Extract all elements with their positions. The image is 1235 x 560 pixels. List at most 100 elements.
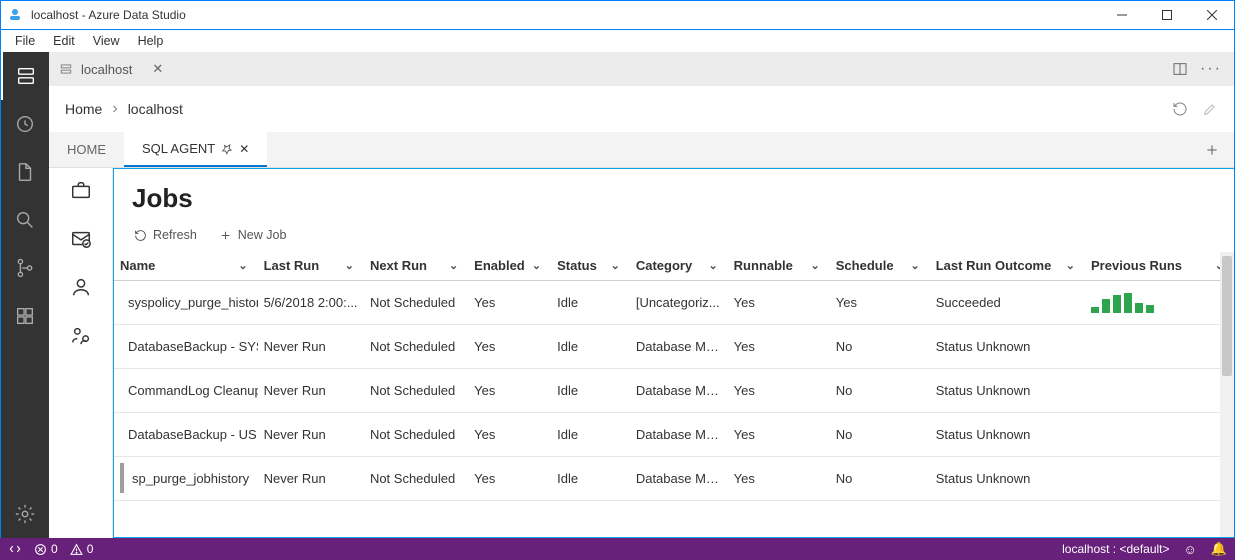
table-row[interactable]: sp_purge_jobhistoryNever RunNot Schedule… <box>114 456 1234 500</box>
nav-proxies-icon[interactable] <box>70 324 92 346</box>
chevron-right-icon: › <box>112 100 117 118</box>
col-nextrun[interactable]: Next Run⌄ <box>364 252 468 280</box>
col-name[interactable]: Name⌄ <box>114 252 258 280</box>
tab-close-icon[interactable]: ✕ <box>239 142 249 156</box>
chevron-down-icon: ⌄ <box>449 259 458 272</box>
nav-jobs-icon[interactable] <box>70 180 92 202</box>
status-connection[interactable]: localhost : <default> <box>1062 542 1169 556</box>
cell-previous <box>1085 324 1234 368</box>
menu-view[interactable]: View <box>85 34 128 48</box>
edit-icon[interactable] <box>1202 101 1218 117</box>
col-outcome[interactable]: Last Run Outcome⌄ <box>930 252 1085 280</box>
menu-file[interactable]: File <box>7 34 43 48</box>
activity-source-control-icon[interactable] <box>1 244 49 292</box>
app-icon <box>1 7 29 23</box>
status-warnings[interactable]: 0 <box>70 542 94 556</box>
cell-outcome: Status Unknown <box>930 368 1085 412</box>
activity-search-icon[interactable] <box>1 196 49 244</box>
close-icon[interactable]: ✕ <box>152 61 163 77</box>
menu-help[interactable]: Help <box>130 34 172 48</box>
breadcrumb-current: localhost <box>128 101 183 117</box>
col-schedule[interactable]: Schedule⌄ <box>830 252 930 280</box>
sparkline <box>1091 291 1228 313</box>
editor-tab-localhost[interactable]: localhost ✕ <box>49 52 173 86</box>
cell-nextrun: Not Scheduled <box>364 324 468 368</box>
editor-tabs: localhost ✕ ··· <box>49 52 1234 86</box>
activity-servers-icon[interactable] <box>1 52 49 100</box>
new-job-label: New Job <box>238 228 287 242</box>
tab-home[interactable]: HOME <box>49 132 124 167</box>
refresh-label: Refresh <box>153 228 197 242</box>
jobs-grid: Name⌄ Last Run⌄ Next Run⌄ Enabled⌄ Statu… <box>114 252 1234 537</box>
cell-name: CommandLog Cleanup <box>128 383 258 398</box>
status-bar: 0 0 localhost : <default> ☺ 🔔 <box>0 538 1235 560</box>
maximize-button[interactable] <box>1144 1 1189 29</box>
breadcrumb-home[interactable]: Home <box>65 101 102 117</box>
cell-schedule: Yes <box>830 280 930 324</box>
new-job-button[interactable]: New Job <box>219 228 287 242</box>
server-icon <box>59 62 73 76</box>
cell-outcome: Succeeded <box>930 280 1085 324</box>
cell-schedule: No <box>830 368 930 412</box>
cell-outcome: Status Unknown <box>930 456 1085 500</box>
cell-outcome: Status Unknown <box>930 324 1085 368</box>
scrollbar-thumb[interactable] <box>1222 256 1232 376</box>
cell-category: Database Mai... <box>630 368 728 412</box>
cell-previous <box>1085 368 1234 412</box>
refresh-button[interactable]: Refresh <box>134 228 197 242</box>
page-title: Jobs <box>114 169 1234 224</box>
activity-explorer-icon[interactable] <box>1 148 49 196</box>
cell-nextrun: Not Scheduled <box>364 412 468 456</box>
more-icon[interactable]: ··· <box>1200 60 1222 78</box>
minimize-button[interactable] <box>1099 1 1144 29</box>
status-color-bar <box>120 463 124 493</box>
cell-enabled: Yes <box>468 368 551 412</box>
menubar: File Edit View Help <box>0 30 1235 52</box>
activity-settings-icon[interactable] <box>1 490 49 538</box>
col-previous[interactable]: Previous Runs⌄ <box>1085 252 1234 280</box>
cell-name: DatabaseBackup - SYS <box>128 339 258 354</box>
cell-status: Idle <box>551 368 630 412</box>
status-errors[interactable]: 0 <box>34 542 58 556</box>
cell-lastrun: Never Run <box>258 368 364 412</box>
activity-extensions-icon[interactable] <box>1 292 49 340</box>
cell-status: Idle <box>551 412 630 456</box>
cell-previous <box>1085 280 1234 324</box>
table-row[interactable]: CommandLog CleanupNever RunNot Scheduled… <box>114 368 1234 412</box>
refresh-icon[interactable] <box>1172 101 1188 117</box>
col-enabled[interactable]: Enabled⌄ <box>468 252 551 280</box>
remote-indicator[interactable] <box>8 542 22 556</box>
feedback-icon[interactable]: ☺ <box>1184 542 1197 557</box>
add-tab-button[interactable] <box>1190 132 1234 167</box>
col-lastrun[interactable]: Last Run⌄ <box>258 252 364 280</box>
chevron-down-icon: ⌄ <box>708 259 717 272</box>
notifications-icon[interactable]: 🔔 <box>1211 541 1227 557</box>
activity-bar <box>1 52 49 538</box>
vertical-scrollbar[interactable] <box>1220 252 1234 537</box>
table-row[interactable]: syspolicy_purge_history5/6/2018 2:00:...… <box>114 280 1234 324</box>
col-runnable[interactable]: Runnable⌄ <box>728 252 830 280</box>
cell-runnable: Yes <box>728 280 830 324</box>
col-status[interactable]: Status⌄ <box>551 252 630 280</box>
cell-lastrun: Never Run <box>258 456 364 500</box>
cell-lastrun: 5/6/2018 2:00:... <box>258 280 364 324</box>
activity-history-icon[interactable] <box>1 100 49 148</box>
table-row[interactable]: DatabaseBackup - USNever RunNot Schedule… <box>114 412 1234 456</box>
nav-operators-icon[interactable] <box>70 276 92 298</box>
table-row[interactable]: DatabaseBackup - SYSNever RunNot Schedul… <box>114 324 1234 368</box>
cell-status: Idle <box>551 324 630 368</box>
cell-schedule: No <box>830 456 930 500</box>
pin-icon[interactable] <box>221 143 233 155</box>
menu-edit[interactable]: Edit <box>45 34 83 48</box>
chevron-down-icon: ⌄ <box>238 259 247 272</box>
nav-alerts-icon[interactable] <box>70 228 92 250</box>
cell-name: DatabaseBackup - US <box>128 427 257 442</box>
close-button[interactable] <box>1189 1 1234 29</box>
col-category[interactable]: Category⌄ <box>630 252 728 280</box>
split-editor-icon[interactable] <box>1172 61 1188 77</box>
chevron-down-icon: ⌄ <box>811 259 820 272</box>
cell-runnable: Yes <box>728 324 830 368</box>
cell-runnable: Yes <box>728 368 830 412</box>
cell-enabled: Yes <box>468 412 551 456</box>
tab-sql-agent[interactable]: SQL AGENT ✕ <box>124 132 267 167</box>
